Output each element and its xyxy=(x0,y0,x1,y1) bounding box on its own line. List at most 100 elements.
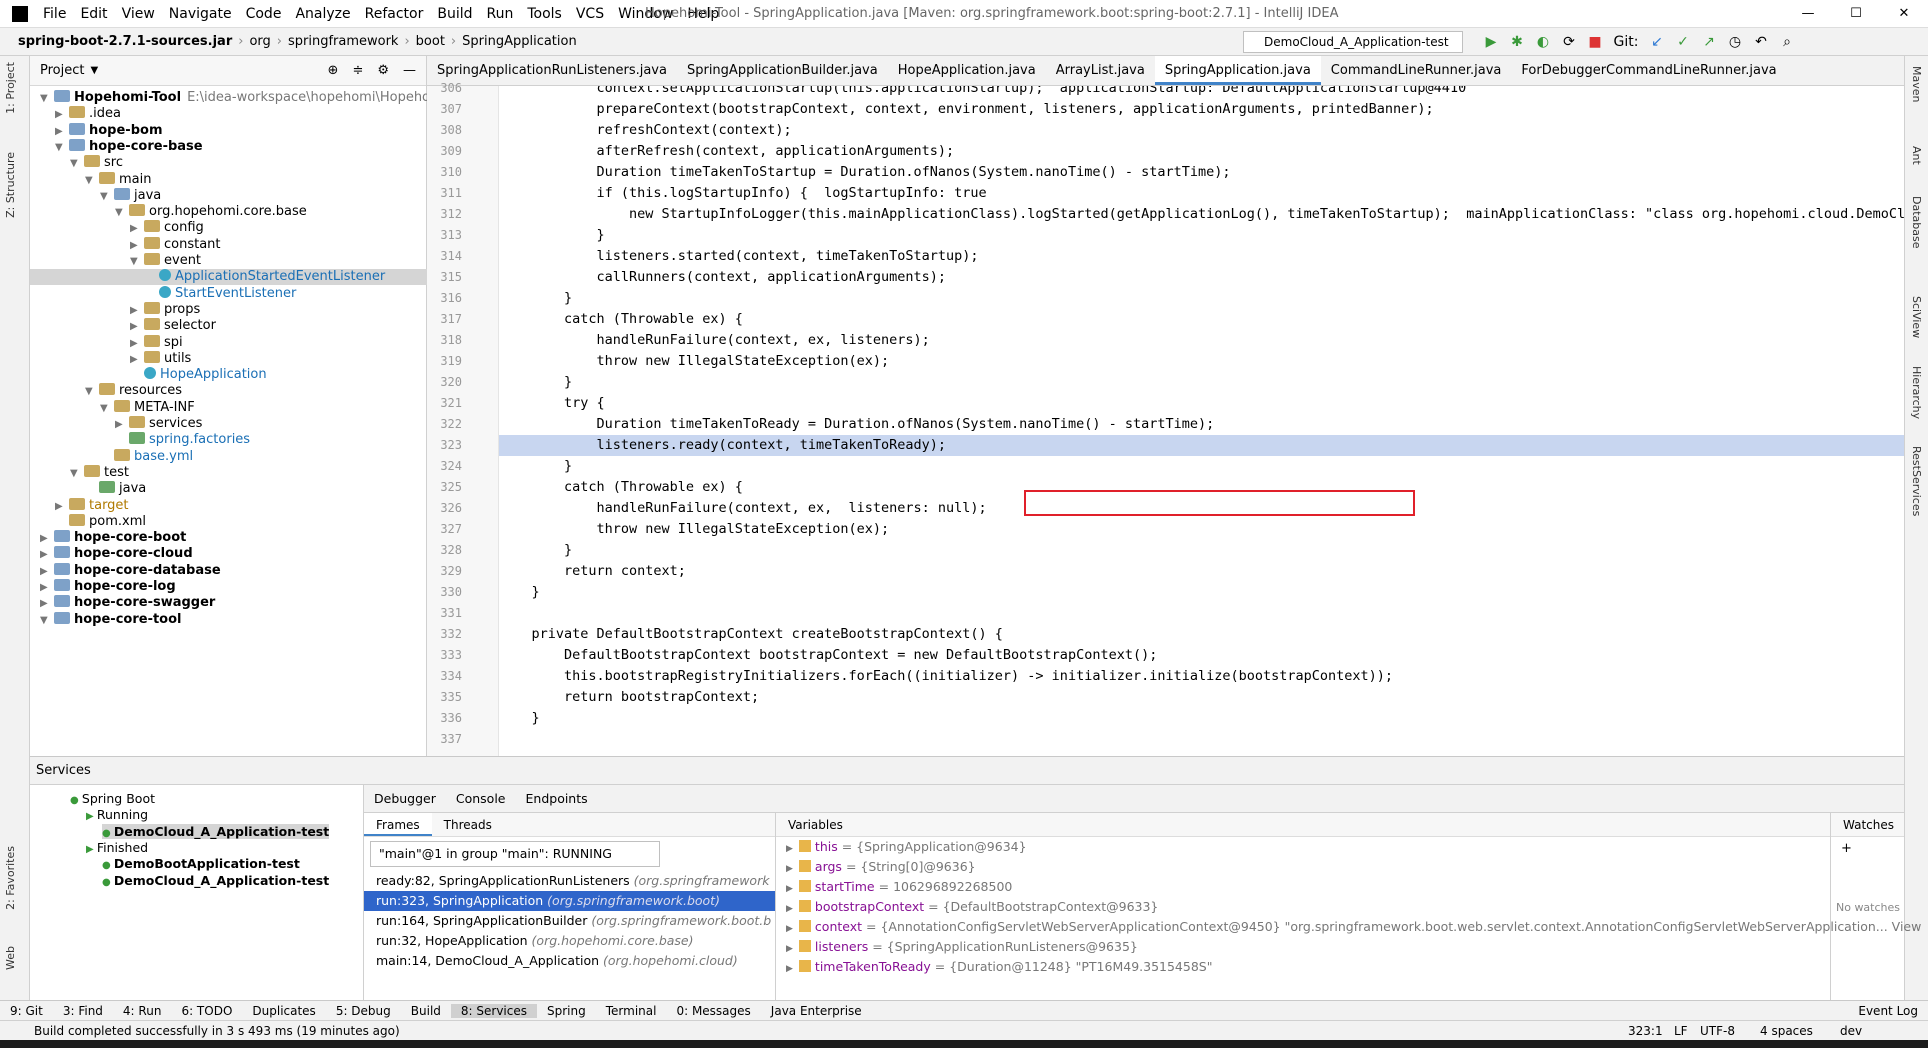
tree-node[interactable]: ApplicationStartedEventListener xyxy=(30,269,427,286)
expand-arrow-icon[interactable]: ▶ xyxy=(786,864,793,874)
tree-node[interactable]: ▶ utils xyxy=(30,350,427,368)
service-node[interactable]: ● DemoBootApplication-test xyxy=(102,856,300,871)
collapsed-arrow-icon[interactable]: ▶ xyxy=(115,417,129,433)
restservices-tool-tab[interactable]: RestServices xyxy=(1910,446,1923,516)
tree-node[interactable]: ▶ target xyxy=(30,497,427,514)
tree-node[interactable]: ▶ props xyxy=(30,301,427,319)
expand-arrow-icon[interactable]: ▶ xyxy=(786,924,793,934)
frame-row[interactable]: run:32, HopeApplication (org.hopehomi.co… xyxy=(364,931,775,951)
breadcrumb-item[interactable]: boot xyxy=(412,34,449,49)
menu-item[interactable]: File xyxy=(36,0,73,28)
frames-subtab[interactable]: Threads xyxy=(432,813,504,836)
tree-node[interactable]: spring.factories xyxy=(30,432,427,448)
service-node[interactable]: ● DemoCloud_A_Application-test xyxy=(102,873,329,888)
git-branch[interactable]: dev xyxy=(1840,1021,1862,1041)
variable-row[interactable]: ▶ context = {AnnotationConfigServletWebSe… xyxy=(776,917,1921,937)
stop-icon[interactable]: ■ xyxy=(1582,31,1608,53)
menu-item[interactable]: Edit xyxy=(73,0,114,28)
menu-item[interactable]: Run xyxy=(480,0,521,28)
frames-subtab[interactable]: Frames xyxy=(364,813,432,836)
menu-item[interactable]: Tools xyxy=(520,0,569,28)
search-icon[interactable]: ⌕ xyxy=(1774,31,1800,53)
service-node[interactable]: ● DemoCloud_A_Application-test xyxy=(102,823,330,839)
debugger-tab[interactable]: Endpoints xyxy=(516,791,598,806)
expanded-arrow-icon[interactable]: ▼ xyxy=(55,140,69,156)
variable-row[interactable]: ▶ listeners = {SpringApplicationRunListen… xyxy=(776,937,1830,957)
chevron-down-icon[interactable]: ▼ xyxy=(90,65,98,76)
tree-node[interactable]: ▼ src xyxy=(30,155,427,171)
ant-tool-tab[interactable]: Ant xyxy=(1910,146,1923,165)
bottom-tool-tab[interactable]: Duplicates xyxy=(242,1004,325,1018)
caret-position[interactable]: 323:1 xyxy=(1628,1021,1663,1041)
collapsed-arrow-icon[interactable]: ▶ xyxy=(55,107,69,123)
tree-node[interactable]: ▶ hope-core-database xyxy=(30,562,427,580)
menu-item[interactable]: Navigate xyxy=(162,0,239,28)
menu-item[interactable]: VCS xyxy=(569,0,611,28)
variable-row[interactable]: ▶ this = {SpringApplication@9634} xyxy=(776,837,1830,857)
collapsed-arrow-icon[interactable]: ▶ xyxy=(40,564,54,580)
run-icon[interactable]: ▶ xyxy=(1478,31,1504,53)
coverage-icon[interactable]: ◐ xyxy=(1530,31,1556,53)
breadcrumb-item[interactable]: springframework xyxy=(284,34,402,49)
expand-arrow-icon[interactable]: ▶ xyxy=(786,884,793,894)
close-icon[interactable]: ✕ xyxy=(1880,0,1928,28)
bottom-tool-tab[interactable]: Java Enterprise xyxy=(761,1004,872,1018)
tree-node[interactable]: ▶ hope-core-cloud xyxy=(30,546,427,562)
collapsed-arrow-icon[interactable]: ▶ xyxy=(130,303,144,319)
tree-node[interactable]: pom.xml xyxy=(30,513,427,530)
code-view[interactable]: context.setApplicationStartup(this.appli… xyxy=(499,86,1904,756)
editor-tab[interactable]: CommandLineRunner.java xyxy=(1321,56,1512,85)
tree-node[interactable]: ▼ test xyxy=(30,464,427,482)
project-panel-title[interactable]: Project xyxy=(40,63,84,78)
locate-icon[interactable]: ⊕ xyxy=(328,63,339,78)
frame-row[interactable]: run:164, SpringApplicationBuilder (org.s… xyxy=(364,911,775,931)
editor-tab[interactable]: ArrayList.java xyxy=(1046,56,1155,85)
expand-arrow-icon[interactable]: ▶ xyxy=(786,964,793,974)
breadcrumb-item[interactable]: SpringApplication xyxy=(458,34,581,49)
minimize-icon[interactable]: — xyxy=(1784,0,1832,28)
tree-node[interactable]: HopeApplication xyxy=(30,367,427,383)
structure-tool-tab[interactable]: Z: Structure xyxy=(4,152,17,218)
expanded-arrow-icon[interactable]: ▼ xyxy=(40,613,54,629)
tree-node[interactable]: ▼ java xyxy=(30,187,427,204)
tree-node[interactable]: ▼ hope-core-base xyxy=(30,138,427,156)
history-icon[interactable]: ◷ xyxy=(1722,31,1748,53)
tree-node[interactable]: ▼ resources xyxy=(30,383,427,399)
collapsed-arrow-icon[interactable]: ▶ xyxy=(40,580,54,596)
collapse-icon[interactable]: ≑ xyxy=(352,63,363,78)
menu-item[interactable]: Refactor xyxy=(358,0,431,28)
bottom-tool-tab[interactable]: Terminal xyxy=(596,1004,667,1018)
bottom-tool-tab[interactable]: 3: Find xyxy=(53,1004,113,1018)
expand-arrow-icon[interactable]: ▶ xyxy=(786,944,793,954)
add-watch-icon[interactable]: + xyxy=(1831,837,1904,860)
git-commit-icon[interactable]: ✓ xyxy=(1670,31,1696,53)
bottom-tool-tab[interactable]: Event Log xyxy=(1848,1004,1928,1018)
indent-setting[interactable]: 4 spaces xyxy=(1760,1021,1813,1041)
collapsed-arrow-icon[interactable]: ▶ xyxy=(130,319,144,335)
git-update-icon[interactable]: ↙ xyxy=(1644,31,1670,53)
line-separator[interactable]: LF xyxy=(1674,1021,1688,1041)
bottom-tool-tab[interactable]: 0: Messages xyxy=(666,1004,760,1018)
variable-row[interactable]: ▶ startTime = 106296892268500 xyxy=(776,877,1830,897)
collapsed-arrow-icon[interactable]: ▶ xyxy=(130,352,144,368)
collapsed-arrow-icon[interactable]: ▶ xyxy=(130,336,144,352)
collapsed-arrow-icon[interactable]: ▶ xyxy=(55,124,69,140)
run-config-selector[interactable]: DemoCloud_A_Application-test xyxy=(1243,31,1463,53)
tree-node[interactable]: ▶ hope-bom xyxy=(30,122,427,140)
expanded-arrow-icon[interactable]: ▼ xyxy=(70,156,84,172)
expanded-arrow-icon[interactable]: ▼ xyxy=(85,384,99,400)
expanded-arrow-icon[interactable]: ▼ xyxy=(130,254,144,270)
collapsed-arrow-icon[interactable]: ▶ xyxy=(40,547,54,563)
tree-node[interactable]: ▶ constant xyxy=(30,236,427,253)
expand-arrow-icon[interactable]: ▶ xyxy=(786,844,793,854)
editor-tab[interactable]: ForDebuggerCommandLineRunner.java xyxy=(1511,56,1786,85)
tree-node[interactable]: ▶ hope-core-swagger xyxy=(30,595,427,611)
expanded-arrow-icon[interactable]: ▼ xyxy=(70,466,84,482)
web-tool-tab[interactable]: Web xyxy=(4,946,17,970)
service-node[interactable]: ● Spring Boot xyxy=(70,791,155,806)
tree-node[interactable]: ▼ META-INF xyxy=(30,399,427,416)
editor-tab[interactable]: HopeApplication.java xyxy=(888,56,1046,85)
expanded-arrow-icon[interactable]: ▼ xyxy=(85,173,99,189)
tree-node[interactable]: ▶ .idea xyxy=(30,106,427,122)
tree-node[interactable]: ▼ org.hopehomi.core.base xyxy=(30,204,427,220)
